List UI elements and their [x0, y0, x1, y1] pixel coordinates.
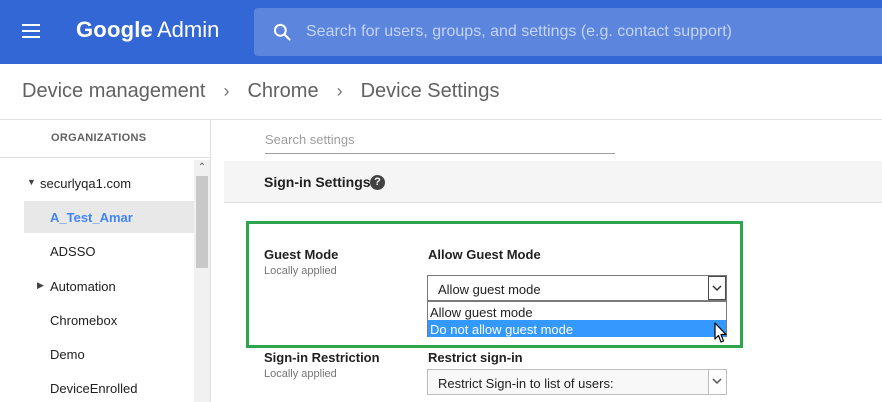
breadcrumb: Device management › Chrome › Device Settings: [22, 80, 500, 103]
option-do-not-allow-guest-mode[interactable]: Do not allow guest mode: [428, 320, 726, 337]
organizations-title: ORGANIZATIONS: [51, 132, 147, 144]
org-list-scrollbar[interactable]: ⌃: [194, 160, 210, 402]
global-search-input[interactable]: [306, 8, 866, 56]
option-label: Do not allow guest mode: [430, 322, 574, 337]
option-allow-guest-mode[interactable]: Allow guest mode: [428, 303, 726, 320]
search-icon[interactable]: [272, 22, 292, 42]
org-item-securlyqa1[interactable]: ▼ securlyqa1.com: [24, 167, 194, 199]
google-admin-logo[interactable]: Google Admin: [76, 17, 219, 43]
caret-down-icon[interactable]: ▼: [27, 177, 36, 187]
guest-mode-select[interactable]: Allow guest mode: [427, 275, 727, 301]
panel-divider: [210, 120, 211, 402]
global-search-box: [254, 8, 882, 56]
breadcrumb-device-management[interactable]: Device management: [22, 80, 205, 102]
guest-mode-options-list: Allow guest mode Do not allow guest mode: [427, 301, 727, 337]
org-label: ADSSO: [50, 244, 96, 259]
org-label: Demo: [50, 347, 85, 362]
sign-in-restriction-setting-name: Sign-in Restriction: [264, 350, 380, 365]
org-label: Automation: [50, 279, 116, 294]
restrict-sign-in-label: Restrict sign-in: [428, 350, 523, 365]
org-item-a-test-amar[interactable]: A_Test_Amar: [24, 201, 194, 233]
guest-mode-selected-value: Allow guest mode: [438, 282, 541, 297]
breadcrumb-device-settings: Device Settings: [360, 80, 500, 102]
scroll-up-arrow-icon[interactable]: ⌃: [194, 160, 210, 176]
dropdown-toggle[interactable]: [708, 276, 726, 300]
org-item-demo[interactable]: Demo: [24, 338, 194, 370]
organizations-header: ORGANIZATIONS: [0, 120, 210, 158]
top-app-bar: Google Admin: [0, 0, 882, 64]
org-label: A_Test_Amar: [50, 210, 133, 225]
logo-brand: Google: [76, 17, 153, 42]
org-item-chromebox[interactable]: Chromebox: [24, 304, 194, 336]
org-item-deviceenrolled[interactable]: DeviceEnrolled: [24, 372, 194, 402]
settings-search-input[interactable]: [265, 126, 615, 154]
guest-mode-sub-label: Locally applied: [264, 265, 337, 277]
guest-mode-setting-name: Guest Mode: [264, 247, 339, 262]
organization-tree: ▼ securlyqa1.com A_Test_Amar ADSSO ▶ Aut…: [24, 160, 194, 402]
org-label: securlyqa1.com: [40, 176, 132, 191]
option-label: Allow guest mode: [430, 305, 533, 320]
sign-in-settings-section-header: Sign-in Settings ?: [224, 161, 882, 203]
org-item-adsso[interactable]: ADSSO: [24, 235, 194, 267]
mouse-pointer-icon: [714, 322, 727, 343]
scrollbar-thumb[interactable]: [196, 176, 208, 268]
restrict-sign-in-selected-value: Restrict Sign-in to list of users:: [438, 376, 614, 391]
org-label: DeviceEnrolled: [50, 381, 138, 396]
dropdown-toggle[interactable]: [708, 370, 726, 394]
chevron-down-icon: [712, 285, 722, 292]
chevron-down-icon: [712, 378, 722, 385]
chevron-right-icon: ›: [223, 81, 230, 101]
allow-guest-mode-label: Allow Guest Mode: [428, 247, 541, 262]
org-label: Chromebox: [50, 313, 118, 328]
restrict-sign-in-select[interactable]: Restrict Sign-in to list of users:: [427, 369, 727, 395]
chevron-right-icon: ›: [336, 81, 343, 101]
section-title: Sign-in Settings: [264, 174, 371, 190]
caret-right-icon[interactable]: ▶: [37, 280, 44, 291]
sign-in-restriction-sub-label: Locally applied: [264, 368, 337, 380]
logo-product: Admin: [156, 17, 220, 42]
hamburger-menu-icon[interactable]: [22, 24, 42, 40]
help-icon[interactable]: ?: [370, 175, 385, 190]
org-item-automation[interactable]: ▶ Automation: [24, 270, 194, 302]
breadcrumb-chrome[interactable]: Chrome: [247, 80, 318, 102]
